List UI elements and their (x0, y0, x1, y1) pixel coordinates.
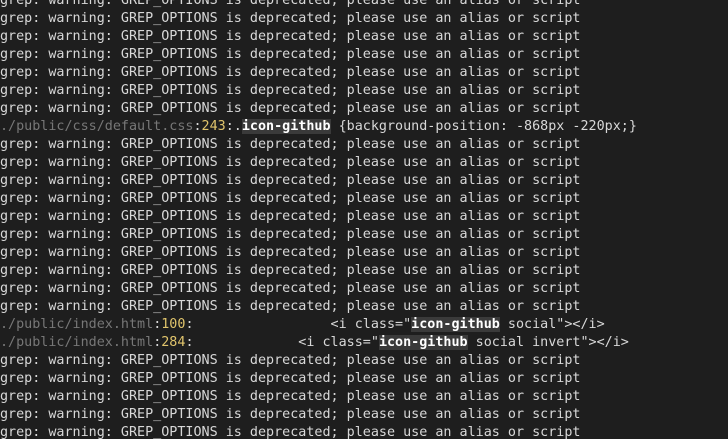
output-text: social"></i> (499, 317, 605, 332)
output-text: social invert"></i> (467, 335, 629, 350)
output-text: grep: warning: GREP_OPTIONS is deprecate… (0, 245, 581, 260)
match-highlight: icon-github (411, 317, 500, 332)
output-text: grep: warning: GREP_OPTIONS is deprecate… (0, 173, 581, 188)
terminal-line: grep: warning: GREP_OPTIONS is deprecate… (0, 64, 728, 82)
terminal-line: grep: warning: GREP_OPTIONS is deprecate… (0, 370, 728, 388)
output-text: grep: warning: GREP_OPTIONS is deprecate… (0, 47, 581, 62)
output-text: . (233, 119, 242, 134)
output-text: grep: warning: GREP_OPTIONS is deprecate… (0, 65, 581, 80)
terminal-line: grep: warning: GREP_OPTIONS is deprecate… (0, 406, 728, 424)
terminal-line: ./public/index.html:100: <i class="icon-… (0, 316, 728, 334)
terminal-line: grep: warning: GREP_OPTIONS is deprecate… (0, 100, 728, 118)
separator: : (185, 317, 194, 332)
terminal-line: grep: warning: GREP_OPTIONS is deprecate… (0, 226, 728, 244)
output-text: grep: warning: GREP_OPTIONS is deprecate… (0, 11, 581, 26)
output-text: grep: warning: GREP_OPTIONS is deprecate… (0, 389, 581, 404)
output-text: grep: warning: GREP_OPTIONS is deprecate… (0, 209, 581, 224)
terminal-line: grep: warning: GREP_OPTIONS is deprecate… (0, 10, 728, 28)
output-text: grep: warning: GREP_OPTIONS is deprecate… (0, 299, 581, 314)
terminal-line: grep: warning: GREP_OPTIONS is deprecate… (0, 262, 728, 280)
file-path: ./public/index.html (0, 317, 154, 332)
output-text: grep: warning: GREP_OPTIONS is deprecate… (0, 353, 581, 368)
terminal-line: grep: warning: GREP_OPTIONS is deprecate… (0, 46, 728, 64)
output-text: grep: warning: GREP_OPTIONS is deprecate… (0, 101, 581, 116)
terminal-line: grep: warning: GREP_OPTIONS is deprecate… (0, 280, 728, 298)
separator: : (193, 119, 202, 134)
terminal-line: ./public/css/default.css:243:.icon-githu… (0, 118, 728, 136)
terminal-line: grep: warning: GREP_OPTIONS is deprecate… (0, 190, 728, 208)
output-text: {background-position: -868px -220px;} (330, 119, 637, 134)
terminal-line: grep: warning: GREP_OPTIONS is deprecate… (0, 244, 728, 262)
output-text: grep: warning: GREP_OPTIONS is deprecate… (0, 407, 581, 422)
output-text: grep: warning: GREP_OPTIONS is deprecate… (0, 281, 581, 296)
terminal-line: grep: warning: GREP_OPTIONS is deprecate… (0, 28, 728, 46)
line-number: 284 (161, 335, 186, 350)
output-text: <i class=" (193, 317, 412, 332)
terminal-line: ./public/index.html:284: <i class="icon-… (0, 334, 728, 352)
terminal-line: grep: warning: GREP_OPTIONS is deprecate… (0, 208, 728, 226)
file-path: ./public/index.html (0, 335, 154, 350)
output-text: grep: warning: GREP_OPTIONS is deprecate… (0, 0, 581, 8)
line-number: 100 (161, 317, 186, 332)
output-text: grep: warning: GREP_OPTIONS is deprecate… (0, 227, 581, 242)
output-text: grep: warning: GREP_OPTIONS is deprecate… (0, 155, 581, 170)
match-highlight: icon-github (378, 335, 468, 350)
file-path: ./public/css/default.css (0, 119, 194, 134)
match-highlight: icon-github (241, 119, 331, 134)
output-text: grep: warning: GREP_OPTIONS is deprecate… (0, 263, 581, 278)
output-text: <i class=" (193, 335, 379, 350)
line-number: 243 (201, 119, 226, 134)
separator: : (185, 335, 194, 350)
output-text: grep: warning: GREP_OPTIONS is deprecate… (0, 137, 581, 152)
terminal-line: grep: warning: GREP_OPTIONS is deprecate… (0, 352, 728, 370)
terminal-line: grep: warning: GREP_OPTIONS is deprecate… (0, 388, 728, 406)
terminal-line: grep: warning: GREP_OPTIONS is deprecate… (0, 154, 728, 172)
output-text: grep: warning: GREP_OPTIONS is deprecate… (0, 371, 581, 386)
terminal-line: grep: warning: GREP_OPTIONS is deprecate… (0, 0, 728, 10)
terminal-line: grep: warning: GREP_OPTIONS is deprecate… (0, 172, 728, 190)
output-text: grep: warning: GREP_OPTIONS is deprecate… (0, 29, 581, 44)
separator: : (225, 119, 234, 134)
terminal-line: grep: warning: GREP_OPTIONS is deprecate… (0, 298, 728, 316)
terminal-line: grep: warning: GREP_OPTIONS is deprecate… (0, 136, 728, 154)
output-text: grep: warning: GREP_OPTIONS is deprecate… (0, 83, 581, 98)
output-text: grep: warning: GREP_OPTIONS is deprecate… (0, 425, 581, 439)
terminal-line: grep: warning: GREP_OPTIONS is deprecate… (0, 82, 728, 100)
output-text: grep: warning: GREP_OPTIONS is deprecate… (0, 191, 581, 206)
terminal-output[interactable]: grep: warning: GREP_OPTIONS is deprecate… (0, 0, 728, 439)
terminal-line: grep: warning: GREP_OPTIONS is deprecate… (0, 424, 728, 439)
